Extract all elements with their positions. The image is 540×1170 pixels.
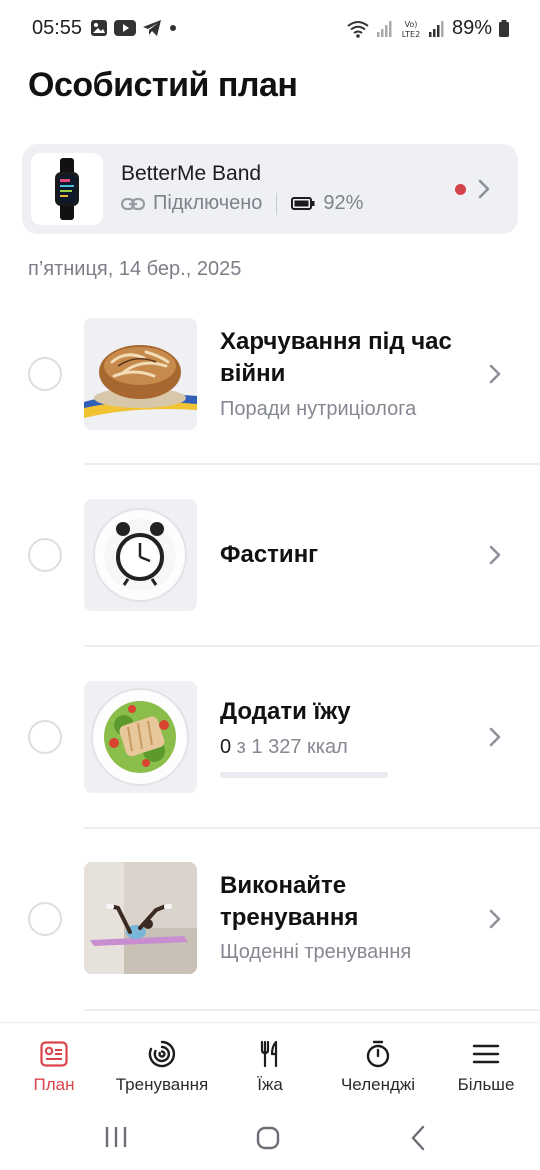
plan-item-add-food[interactable]: Додати їжу 0 з 1 327 ккал bbox=[0, 646, 540, 826]
fitness-band-image bbox=[31, 153, 103, 225]
salad-plate-image bbox=[84, 681, 197, 793]
nav-tab-workouts[interactable]: Тренування bbox=[108, 1037, 216, 1095]
signal-icon bbox=[376, 20, 392, 37]
calorie-counter: 0 з 1 327 ккал bbox=[220, 736, 348, 759]
page-title: Особистий план bbox=[28, 66, 298, 104]
status-time: 05:55 bbox=[32, 17, 83, 39]
device-battery: 92% bbox=[323, 192, 364, 214]
nav-label: План bbox=[33, 1075, 75, 1094]
nav-tab-food[interactable]: Їжа bbox=[216, 1037, 324, 1095]
completion-checkbox[interactable] bbox=[28, 538, 62, 572]
telegram-icon bbox=[143, 20, 161, 36]
chevron-right-icon bbox=[489, 364, 501, 384]
menu-icon bbox=[432, 1037, 540, 1071]
bottom-navigation: План Тренування Їжа Челенджі Більше bbox=[0, 1022, 540, 1102]
nav-label: Більше bbox=[457, 1075, 515, 1094]
battery-icon bbox=[499, 19, 509, 37]
nav-label: Їжа bbox=[257, 1075, 283, 1094]
gallery-icon bbox=[91, 20, 107, 36]
system-icons: Vo) LTE2 89% bbox=[346, 17, 510, 40]
plan-item-nutrition[interactable]: Харчування під час війни Поради нутриціо… bbox=[0, 282, 540, 462]
status-bar: 05:55 Vo) LTE2 89% bbox=[0, 0, 540, 60]
connection-status: Підключено bbox=[153, 192, 263, 214]
plan-item-title: Харчування під час війни bbox=[220, 328, 452, 387]
chevron-right-icon bbox=[489, 909, 501, 929]
back-icon[interactable] bbox=[410, 1125, 426, 1151]
plan-item-fasting[interactable]: Фастинг bbox=[0, 464, 540, 644]
bread-image bbox=[84, 318, 197, 430]
chevron-right-icon bbox=[489, 545, 501, 565]
notification-dot bbox=[455, 184, 466, 195]
plan-item-subtitle: Щоденні тренування bbox=[220, 941, 412, 963]
home-icon[interactable] bbox=[256, 1126, 280, 1150]
completion-checkbox[interactable] bbox=[28, 902, 62, 936]
svg-text:Vo): Vo) bbox=[405, 20, 418, 29]
nav-tab-challenges[interactable]: Челенджі bbox=[324, 1037, 432, 1095]
completion-checkbox[interactable] bbox=[28, 357, 62, 391]
completion-checkbox[interactable] bbox=[28, 720, 62, 754]
calories-consumed: 0 bbox=[220, 736, 232, 758]
plan-item-title: Виконайте тренування bbox=[220, 872, 359, 931]
system-navigation-bar bbox=[0, 1110, 540, 1170]
nav-label: Челенджі bbox=[340, 1075, 416, 1094]
plan-item-workout[interactable]: Виконайте тренування Щоденні тренування bbox=[0, 828, 540, 1008]
device-card[interactable]: BetterMe Band Підключено 92% bbox=[22, 144, 518, 234]
stopwatch-icon bbox=[324, 1037, 432, 1071]
device-battery-icon bbox=[291, 197, 315, 210]
signal-icon-2 bbox=[428, 20, 444, 37]
meta-divider bbox=[276, 192, 278, 215]
chevron-right-icon bbox=[478, 179, 490, 199]
calorie-progress-bar bbox=[220, 772, 388, 778]
calories-goal: з 1 327 ккал bbox=[231, 736, 348, 758]
plan-item-subtitle: Поради нутриціолога bbox=[220, 398, 417, 420]
plan-item-title: Фастинг bbox=[220, 541, 319, 568]
recent-apps-icon[interactable] bbox=[104, 1126, 128, 1148]
plan-item-title: Додати їжу bbox=[220, 698, 351, 725]
workout-ring-icon bbox=[108, 1037, 216, 1071]
nav-tab-more[interactable]: Більше bbox=[432, 1037, 540, 1095]
link-icon bbox=[121, 197, 145, 210]
device-meta: Підключено 92% bbox=[121, 192, 363, 215]
notification-icons bbox=[90, 19, 178, 37]
date-label: п’ятниця, 14 бер., 2025 bbox=[28, 258, 242, 280]
wifi-icon bbox=[347, 20, 369, 38]
dot-icon bbox=[170, 25, 176, 31]
fork-knife-icon bbox=[216, 1037, 324, 1071]
alarm-clock-plate-image bbox=[84, 499, 197, 611]
nav-label: Тренування bbox=[115, 1075, 209, 1094]
volte-icon: Vo)LTE2 bbox=[402, 20, 420, 39]
chevron-right-icon bbox=[489, 727, 501, 747]
youtube-icon bbox=[114, 20, 136, 36]
workout-image bbox=[84, 862, 197, 974]
plan-icon bbox=[0, 1037, 108, 1071]
nav-tab-plan[interactable]: План bbox=[0, 1037, 108, 1095]
device-name: BetterMe Band bbox=[121, 162, 262, 185]
battery-percent: 89% bbox=[451, 17, 492, 39]
svg-text:LTE2: LTE2 bbox=[402, 30, 420, 39]
divider bbox=[84, 1009, 540, 1011]
